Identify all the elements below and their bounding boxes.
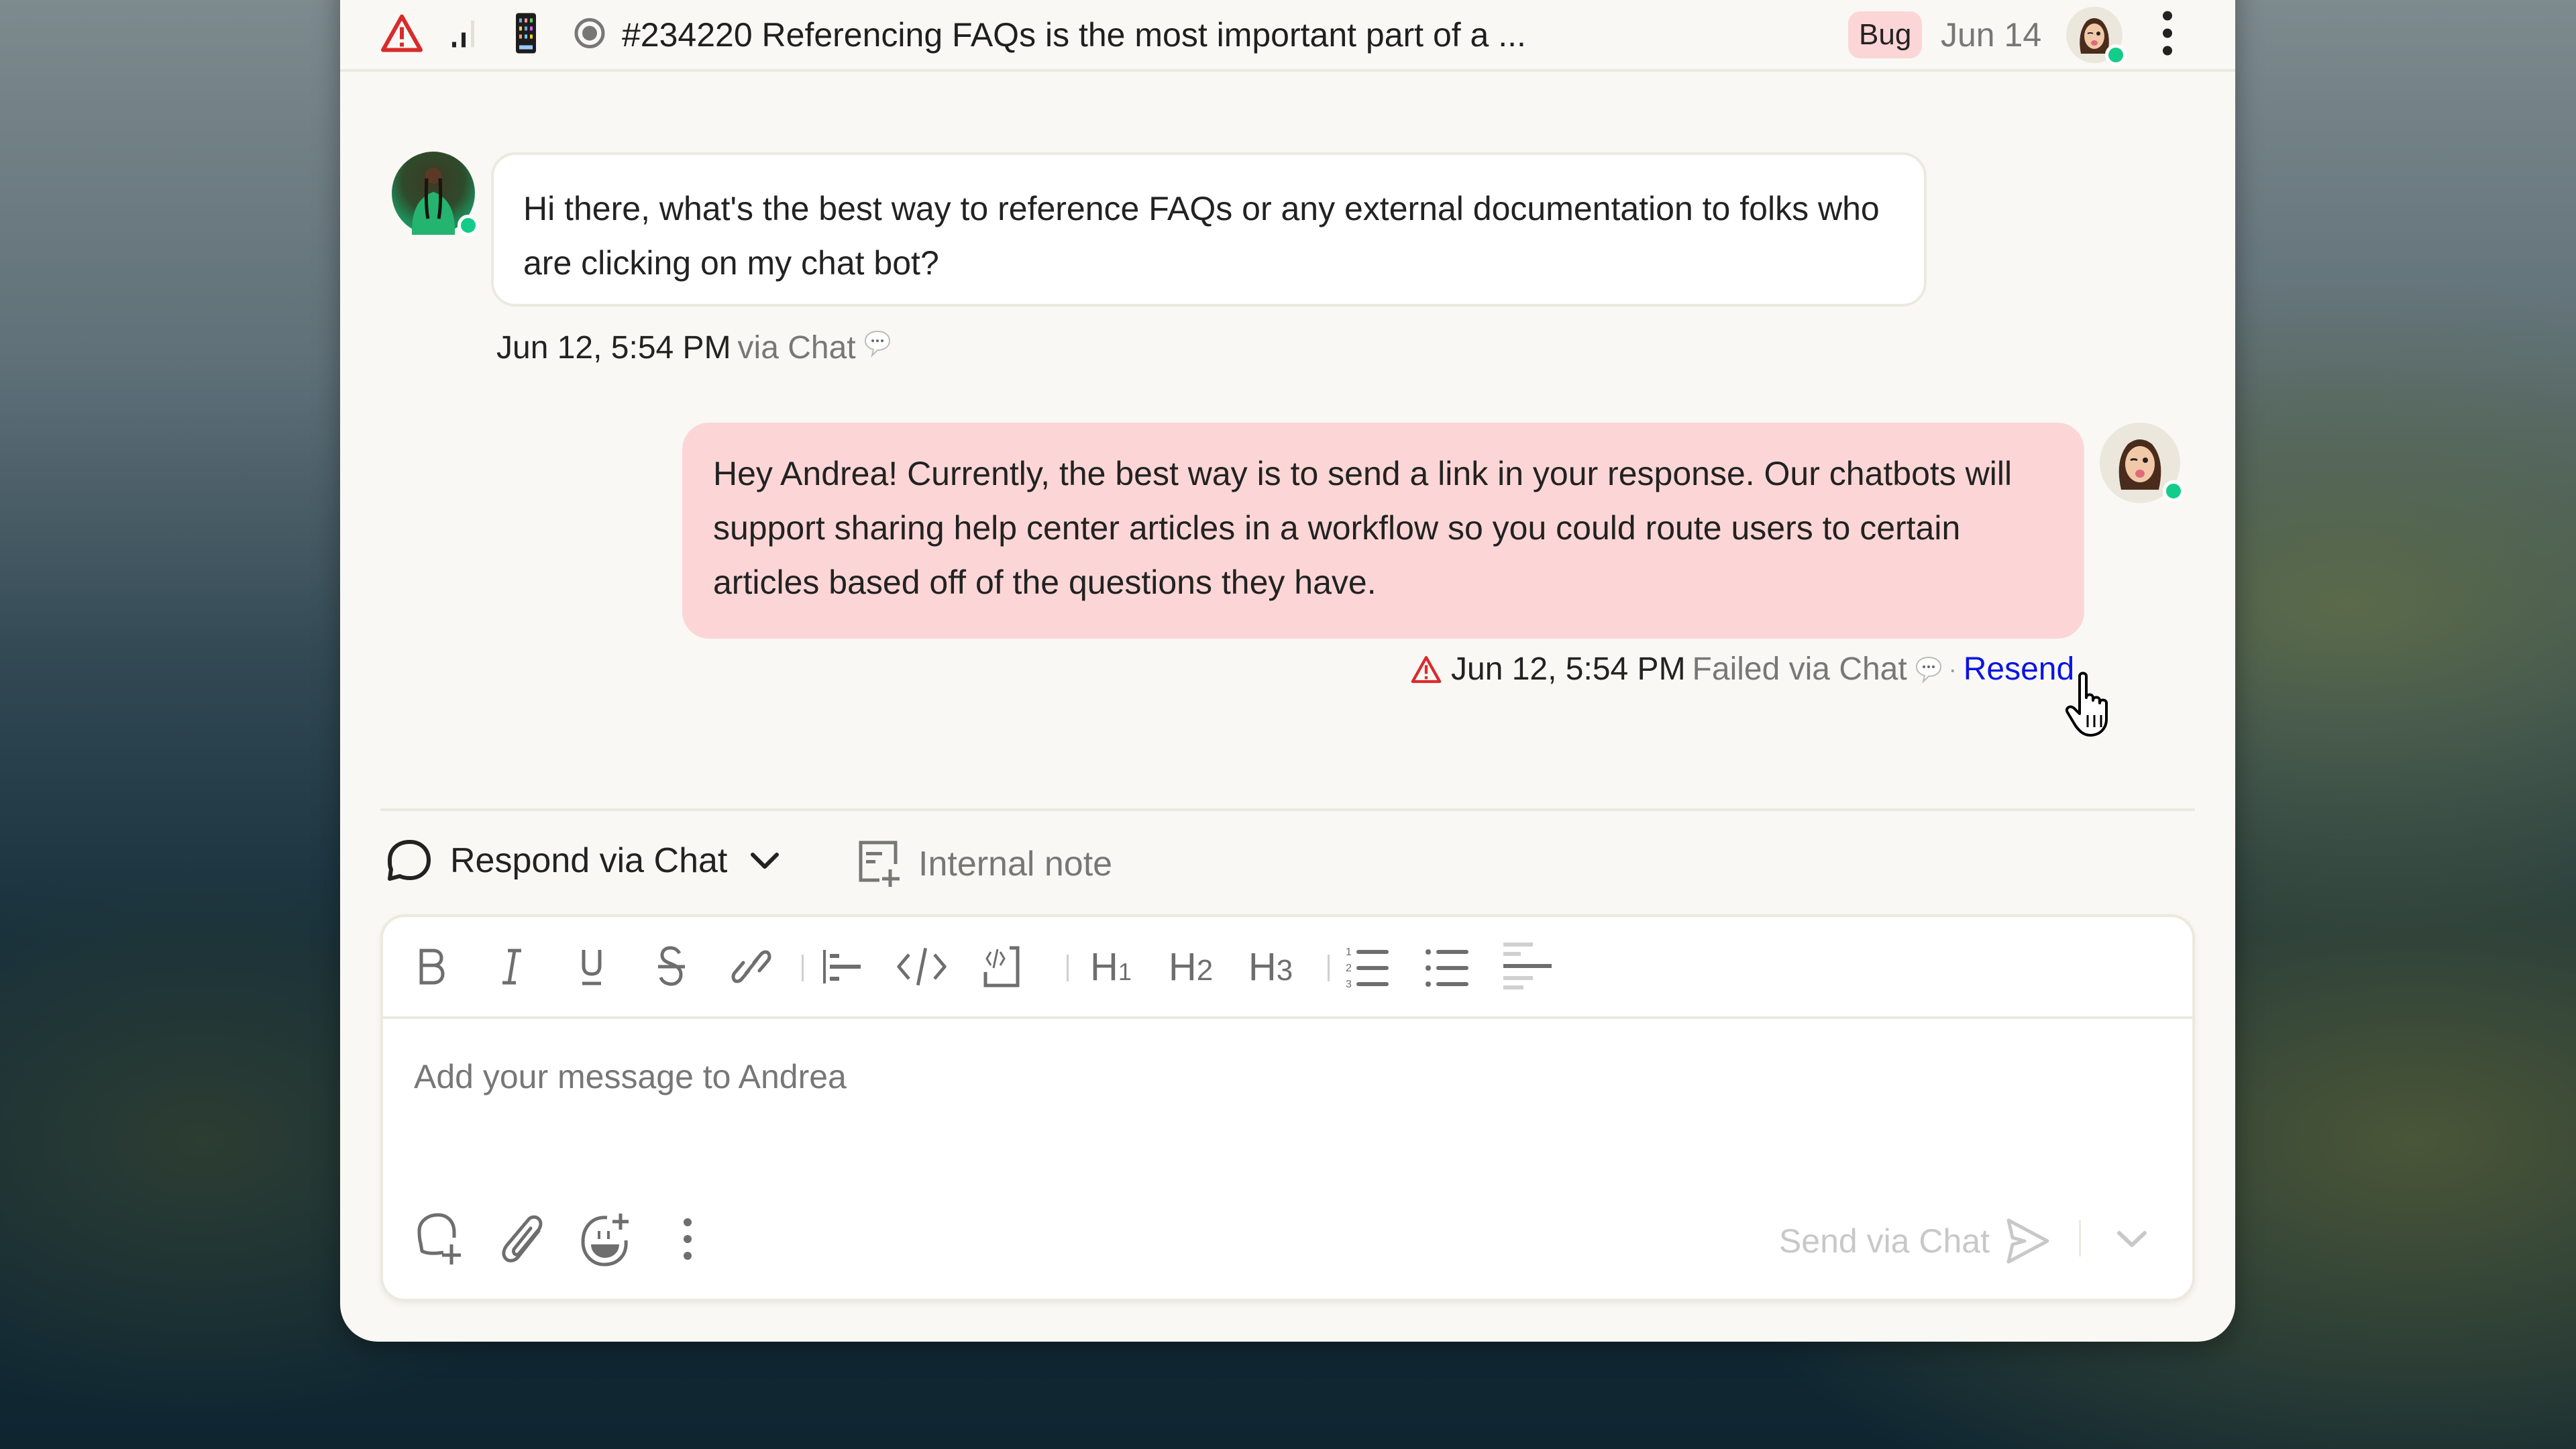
send-label: Send via Chat — [1778, 1222, 1990, 1260]
composer-divider — [380, 808, 2195, 811]
align-icon[interactable] — [1501, 940, 1554, 994]
send-button[interactable]: Send via Chat — [1779, 1218, 2051, 1265]
meta-separator: · — [1948, 655, 1957, 683]
send-separator — [2079, 1220, 2081, 1256]
canned-response-icon[interactable] — [412, 1209, 472, 1269]
incoming-message-bubble: Hi there, what's the best way to referen… — [491, 152, 1927, 307]
underline-icon[interactable] — [565, 940, 619, 994]
chat-bubble-icon — [863, 329, 892, 366]
attachment-icon[interactable] — [494, 1209, 554, 1269]
conversation-panel: #234220 Referencing FAQs is the most imp… — [340, 0, 2235, 1342]
ticket-title[interactable]: #234220 Referencing FAQs is the most imp… — [622, 15, 1526, 54]
more-vertical-icon[interactable] — [2159, 9, 2176, 60]
emoji-add-icon[interactable] — [576, 1209, 636, 1269]
respond-mode-dropdown[interactable]: Respond via Chat — [386, 839, 780, 883]
link-icon[interactable] — [724, 940, 778, 994]
ordered-list-icon[interactable]: 1 2 3 — [1341, 940, 1395, 994]
phone-icon — [515, 11, 537, 58]
note-add-icon — [857, 839, 902, 890]
svg-text:3: 3 — [1346, 979, 1352, 989]
chat-bubble-outline-icon — [386, 839, 433, 883]
message-editor: H1 H2 H3 123 Send via — [380, 914, 2195, 1301]
strikethrough-icon[interactable] — [645, 940, 698, 994]
message-channel: via Chat — [737, 329, 856, 366]
blockquote-icon[interactable] — [815, 940, 869, 994]
internal-note-label: Internal note — [918, 845, 1113, 883]
more-options-icon[interactable] — [657, 1209, 718, 1269]
formatting-toolbar: H1 H2 H3 1 2 3 — [383, 917, 2192, 1019]
ticket-date: Jun 14 — [1941, 15, 2042, 54]
online-indicator — [2163, 480, 2184, 502]
online-indicator — [2105, 44, 2127, 66]
chat-bubble-icon — [1914, 655, 1943, 684]
send-arrow-icon — [2004, 1218, 2051, 1265]
toolbar-separator — [1328, 955, 1330, 981]
ticket-header: #234220 Referencing FAQs is the most imp… — [340, 0, 2235, 72]
customer-avatar[interactable] — [392, 152, 479, 236]
italic-icon[interactable] — [485, 940, 539, 994]
svg-text:1: 1 — [1346, 947, 1352, 958]
chevron-down-icon — [750, 851, 780, 871]
bullet-list-icon[interactable] — [1421, 940, 1474, 994]
message-status: Failed via Chat — [1692, 651, 1907, 687]
send-options-dropdown[interactable] — [2105, 1212, 2159, 1266]
agent-avatar[interactable] — [2100, 423, 2184, 503]
resend-link[interactable]: Resend — [1964, 651, 2074, 688]
message-input[interactable] — [413, 1057, 2092, 1097]
bold-icon[interactable] — [405, 940, 459, 994]
chevron-down-icon — [2117, 1231, 2147, 1247]
signal-bars-icon — [451, 16, 478, 53]
heading1-button[interactable]: H1 — [1084, 940, 1138, 994]
online-indicator — [458, 215, 479, 236]
failed-warning-icon — [1411, 655, 1442, 684]
code-icon[interactable] — [895, 940, 949, 994]
outgoing-message-meta: Jun 12, 5:54 PM Failed via Chat · Resend — [1411, 651, 2074, 688]
outgoing-message-bubble: Hey Andrea! Currently, the best way is t… — [682, 423, 2084, 639]
incoming-message-meta: Jun 12, 5:54 PM via Chat — [496, 329, 892, 366]
code-block-icon[interactable] — [975, 940, 1028, 994]
hand-cursor-icon — [2065, 671, 2118, 741]
heading2-button[interactable]: H2 — [1164, 940, 1218, 994]
svg-text:2: 2 — [1346, 963, 1352, 974]
respond-mode-label: Respond via Chat — [450, 841, 728, 880]
assignee-avatar[interactable] — [2066, 6, 2127, 66]
radio-status-icon — [574, 17, 606, 52]
toolbar-separator — [1067, 955, 1069, 981]
internal-note-tab[interactable]: Internal note — [857, 839, 1112, 890]
message-timestamp: Jun 12, 5:54 PM — [496, 329, 731, 366]
heading3-button[interactable]: H3 — [1244, 940, 1297, 994]
warning-triangle-icon — [380, 13, 423, 56]
toolbar-separator — [802, 955, 804, 981]
message-timestamp: Jun 12, 5:54 PM — [1451, 651, 1686, 687]
tag-badge[interactable]: Bug — [1848, 11, 1923, 58]
